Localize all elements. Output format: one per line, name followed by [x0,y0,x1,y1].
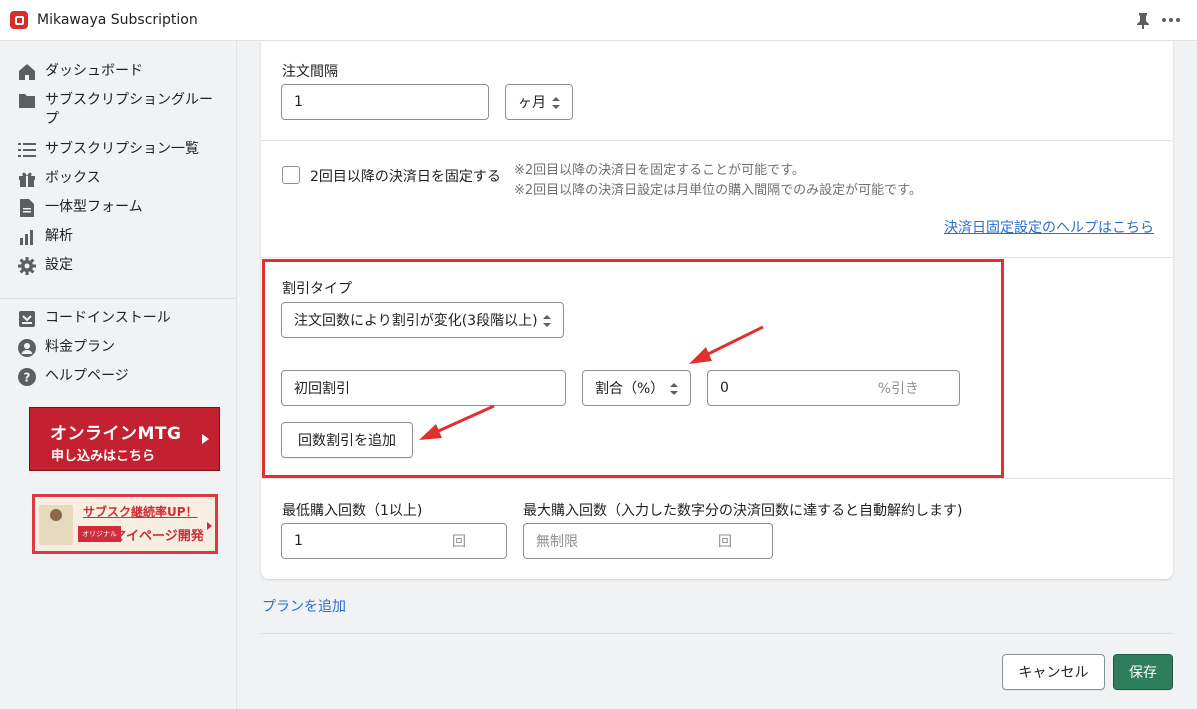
sidebar-item-box[interactable]: ボックス [17,169,225,189]
sidebar-item-subscription-list[interactable]: サブスクリプション一覧 [17,140,225,160]
sidebar-divider [0,298,236,299]
fixed-date-label: 2回目以降の決済日を固定する [310,169,501,185]
section-divider [261,257,1173,258]
top-bar: Mikawaya Subscription [0,0,1197,41]
add-count-discount-button[interactable]: 回数割引を追加 [281,422,413,458]
discount-rate-input[interactable]: 0 %引き [707,370,960,406]
sidebar-item-label: ヘルプページ [45,368,129,384]
sidebar-item-label: 一体型フォーム [45,199,143,215]
sidebar-item-label: 解析 [45,228,73,244]
gift-icon [17,169,37,189]
interval-label: 注文間隔 [282,64,338,80]
section-divider [261,478,1173,479]
interval-unit-select[interactable]: ヶ月 [505,84,573,120]
discount-type-label: 割引タイプ [282,281,352,297]
more-icon[interactable] [1162,18,1180,22]
discount-rate-type-value: 割合（%） [595,381,665,397]
svg-text:?: ? [24,371,31,385]
sidebar-item-subscription-group[interactable]: サブスクリプショングループ [17,91,225,129]
section-divider [261,140,1173,141]
cancel-button[interactable]: キャンセル [1002,654,1105,690]
list-icon [17,140,37,160]
sidebar-item-label: サブスクリプション一覧 [45,141,199,157]
sidebar: ダッシュボード サブスクリプショングループ サブスクリプション一覧 ボックス 一… [0,41,237,709]
sidebar-item-label: 設定 [45,257,73,273]
sidebar-item-label: サブスクリプショングループ [45,92,213,127]
save-button[interactable]: 保存 [1113,654,1173,690]
mypage-dev-banner[interactable]: サブスク継続率UP！ オリジナル マイページ開発 [32,494,218,554]
person-illustration [39,505,73,545]
sidebar-item-code-install[interactable]: コードインストール [17,309,225,329]
discount-type-select[interactable]: 注文回数により割引が変化(3段階以上) [281,302,564,338]
sidebar-item-pricing[interactable]: 料金プラン [17,338,225,358]
min-purchase-value: 1 [294,533,303,549]
pin-icon[interactable] [1136,12,1150,29]
discount-name-value: 初回割引 [294,381,350,397]
sidebar-item-label: 料金プラン [45,339,115,355]
min-purchase-label: 最低購入回数（1以上) [282,503,423,519]
sidebar-item-settings[interactable]: 設定 [17,256,225,276]
discount-rate-value: 0 [720,380,729,396]
sidebar-item-label: ダッシュボード [45,63,143,79]
interval-unit-value: ヶ月 [518,95,546,111]
max-purchase-label: 最大購入回数（入力した数字分の決済回数に達すると自動解約します) [523,503,963,519]
document-icon [17,198,37,218]
home-icon [17,62,37,82]
sidebar-item-help[interactable]: ? ヘルプページ [17,367,225,387]
plan-settings-card: 注文間隔 1 ヶ月 2回目以降の決済日を固定する ※2回目以降の決済日を固定する… [261,41,1173,579]
user-icon [17,338,37,358]
select-caret-icon [552,97,560,109]
sidebar-item-label: ボックス [45,170,101,186]
interval-input[interactable]: 1 [281,84,489,120]
gear-icon [17,256,37,276]
min-purchase-input[interactable]: 1 回 [281,523,507,559]
discount-rate-suffix: %引き [877,381,919,397]
banner-subtitle: 申し込みはこちら [51,449,156,464]
chart-icon [17,227,37,247]
fixed-date-help-link[interactable]: 決済日固定設定のヘルプはこちら [944,217,1154,237]
max-purchase-placeholder: 無制限 [536,534,578,550]
sidebar-item-dashboard[interactable]: ダッシュボード [17,62,225,82]
banner-title: サブスク継続率UP！ [83,505,198,519]
select-caret-icon [670,383,678,395]
footer-divider [261,633,1173,634]
install-icon [17,309,37,329]
interval-value: 1 [294,94,303,110]
app-logo-icon [10,11,28,29]
arrow-right-icon [207,522,212,530]
min-purchase-suffix: 回 [452,534,466,550]
discount-type-value: 注文回数により割引が変化(3段階以上) [294,313,538,329]
sidebar-item-analytics[interactable]: 解析 [17,227,225,247]
question-icon: ? [17,367,37,387]
select-caret-icon [543,315,551,327]
discount-name-input[interactable]: 初回割引 [281,370,566,406]
app-title: Mikawaya Subscription [37,12,198,28]
max-purchase-suffix: 回 [718,534,732,550]
fixed-date-note-2: ※2回目以降の決済日設定は月単位の購入間隔でのみ設定が可能です。 [514,183,922,198]
folder-icon [17,91,37,111]
fixed-date-checkbox[interactable] [282,166,300,184]
sidebar-item-form[interactable]: 一体型フォーム [17,198,225,218]
discount-rate-type-select[interactable]: 割合（%） [582,370,691,406]
online-mtg-banner[interactable]: オンラインMTG 申し込みはこちら [29,407,220,471]
sidebar-item-label: コードインストール [45,310,171,326]
add-plan-link[interactable]: プランを追加 [262,596,346,616]
banner-title: オンラインMTG [50,424,182,444]
fixed-date-note-1: ※2回目以降の決済日を固定することが可能です。 [514,163,805,178]
max-purchase-input[interactable]: 無制限 回 [523,523,773,559]
arrow-right-icon [202,434,209,444]
banner-subtitle: マイページ開発 [113,529,204,544]
